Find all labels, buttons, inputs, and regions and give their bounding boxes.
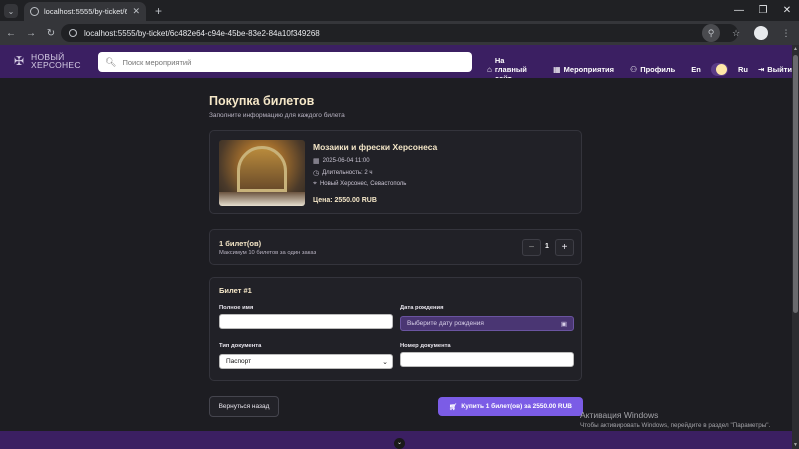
event-title: Мозаики и фрески Херсонеса (313, 142, 438, 152)
windows-activation-watermark: Активация Windows Чтобы активировать Win… (580, 410, 770, 429)
clock-icon: ◷ (313, 170, 320, 177)
calendar-icon: ▦ (553, 65, 561, 74)
minimize-icon[interactable]: — (727, 0, 751, 20)
site-info-icon[interactable] (69, 29, 77, 37)
zoom-icon[interactable]: ⚲ (702, 24, 720, 42)
quantity-card: 1 билет(ов) Максимум 10 билетов за один … (209, 229, 582, 265)
event-image (219, 140, 305, 206)
nav-events-link[interactable]: ▦ Мероприятия (553, 65, 614, 74)
browser-toolbar: ← → ↻ localhost:5555/by-ticket/6c482e64-… (0, 21, 799, 45)
map-pin-icon: ⌖ (313, 180, 317, 187)
user-icon: ⚇ (630, 65, 638, 74)
logout-label: Выйти (767, 65, 792, 74)
buy-button-label: Купить 1 билет(ов) за 2550.00 RUB (461, 403, 572, 410)
site-header: ✠ НОВЫЙ ХЕРСОНЕС 🔍︎ ⌂ На главный сайт ▦ … (0, 45, 792, 83)
doc-number-input[interactable] (400, 352, 574, 367)
new-tab-button[interactable]: + (155, 4, 162, 18)
calendar-icon: ▦ (313, 158, 320, 165)
site-logo[interactable]: ✠ НОВЫЙ ХЕРСОНЕС (14, 53, 81, 70)
scroll-up-arrow-icon[interactable]: ▲ (792, 46, 799, 52)
back-button[interactable]: Вернуться назад (209, 396, 279, 417)
bookmark-star-icon[interactable]: ☆ (727, 24, 745, 42)
increase-quantity-button[interactable]: + (555, 239, 574, 256)
browser-tab-bar: ⌄ localhost:5555/by-ticket/6c48... ✕ + —… (0, 0, 799, 21)
watermark-title: Активация Windows (580, 410, 659, 420)
full-name-label: Полное имя (219, 305, 254, 311)
quantity-value: 1 (545, 243, 549, 250)
birth-date-label: Дата рождения (400, 305, 444, 311)
scroll-down-arrow-icon[interactable]: ▼ (792, 442, 799, 448)
event-datetime: ▦ 2025-06-04 11:00 (313, 157, 370, 165)
calendar-icon: ▣ (560, 320, 567, 328)
tab-search-button[interactable]: ⌄ (4, 4, 18, 18)
language-toggle[interactable] (710, 63, 728, 76)
address-bar[interactable]: localhost:5555/by-ticket/6c482e64-c94e-4… (61, 24, 738, 42)
page-title: Покупка билетов (209, 94, 315, 108)
browser-tab[interactable]: localhost:5555/by-ticket/6c48... ✕ (24, 2, 146, 21)
event-duration: ◷ Длительность: 2 ч (313, 169, 372, 177)
logo-line2: ХЕРСОНЕС (31, 60, 81, 70)
chevron-down-icon: ⌄ (382, 358, 388, 366)
nav-events-label: Мероприятия (563, 65, 615, 74)
buy-button[interactable]: 🛒︎ Купить 1 билет(ов) за 2550.00 RUB (438, 397, 583, 416)
home-icon: ⌂ (487, 65, 492, 74)
address-url: localhost:5555/by-ticket/6c482e64-c94e-4… (84, 28, 320, 38)
ticket-title: Билет #1 (219, 286, 252, 295)
window-controls: — ❐ ✕ (727, 0, 799, 20)
ticket-form-card: Билет #1 Полное имя Дата рождения Выбери… (209, 277, 582, 381)
toggle-knob (715, 64, 727, 75)
globe-icon (30, 7, 39, 16)
event-price: Цена: 2550.00 RUB (313, 197, 377, 204)
scrollbar-thumb[interactable] (793, 55, 798, 313)
nav-profile-label: Профиль (640, 65, 676, 74)
search-icon: 🔍︎ (105, 56, 117, 67)
event-card: Мозаики и фрески Херсонеса ▦ 2025-06-04 … (209, 130, 582, 214)
cart-icon: 🛒︎ (449, 403, 458, 411)
event-duration-text: Длительность: 2 ч (322, 170, 373, 176)
full-name-input[interactable] (219, 314, 393, 329)
birth-date-picker[interactable]: Выберите дату рождения ▣ (400, 316, 574, 331)
search-input[interactable] (122, 57, 443, 67)
restore-icon[interactable]: ❐ (751, 0, 775, 20)
nav-profile-link[interactable]: ⚇ Профиль (630, 65, 675, 74)
reload-icon[interactable]: ↻ (42, 24, 60, 42)
event-location-text: Новый Херсонес, Севастополь (319, 181, 407, 187)
tab-title: localhost:5555/by-ticket/6c48... (44, 7, 128, 16)
page-scrollbar[interactable]: ▲ ▼ (792, 45, 799, 449)
decrease-quantity-button[interactable]: − (522, 239, 541, 256)
back-arrow-icon[interactable]: ← (2, 24, 20, 42)
logo-emblem-icon: ✠ (14, 54, 25, 68)
lang-ru-option[interactable]: Ru (738, 65, 748, 74)
browser-menu-icon[interactable]: ⋮ (777, 24, 795, 42)
logout-button[interactable]: ⇥ Выйти (758, 65, 792, 74)
site-footer: ⌄ (0, 431, 792, 449)
birth-date-placeholder: Выберите дату рождения (407, 320, 484, 327)
event-datetime-text: 2025-06-04 11:00 (322, 158, 370, 164)
logout-icon: ⇥ (757, 65, 765, 74)
quantity-title: 1 билет(ов) (219, 239, 262, 248)
page-subtitle: Заполните информацию для каждого билета (209, 112, 345, 119)
profile-avatar-icon[interactable] (752, 24, 770, 42)
quantity-note: Максимум 10 билетов за один заказ (219, 250, 317, 256)
close-tab-icon[interactable]: ✕ (132, 6, 140, 17)
event-search: 🔍︎ (98, 52, 472, 72)
close-window-icon[interactable]: ✕ (775, 0, 799, 20)
doc-type-label: Тип документа (219, 343, 262, 349)
forward-arrow-icon[interactable]: → (22, 24, 40, 42)
doc-number-label: Номер документа (400, 343, 451, 349)
scroll-down-icon[interactable]: ⌄ (394, 438, 405, 449)
doc-type-value: Паспорт (226, 358, 252, 365)
doc-type-select[interactable]: Паспорт ⌄ (219, 354, 393, 369)
event-location: ⌖ Новый Херсонес, Севастополь (313, 180, 406, 188)
lang-en-option[interactable]: En (691, 65, 701, 74)
watermark-text: Чтобы активировать Windows, перейдите в … (580, 422, 771, 429)
